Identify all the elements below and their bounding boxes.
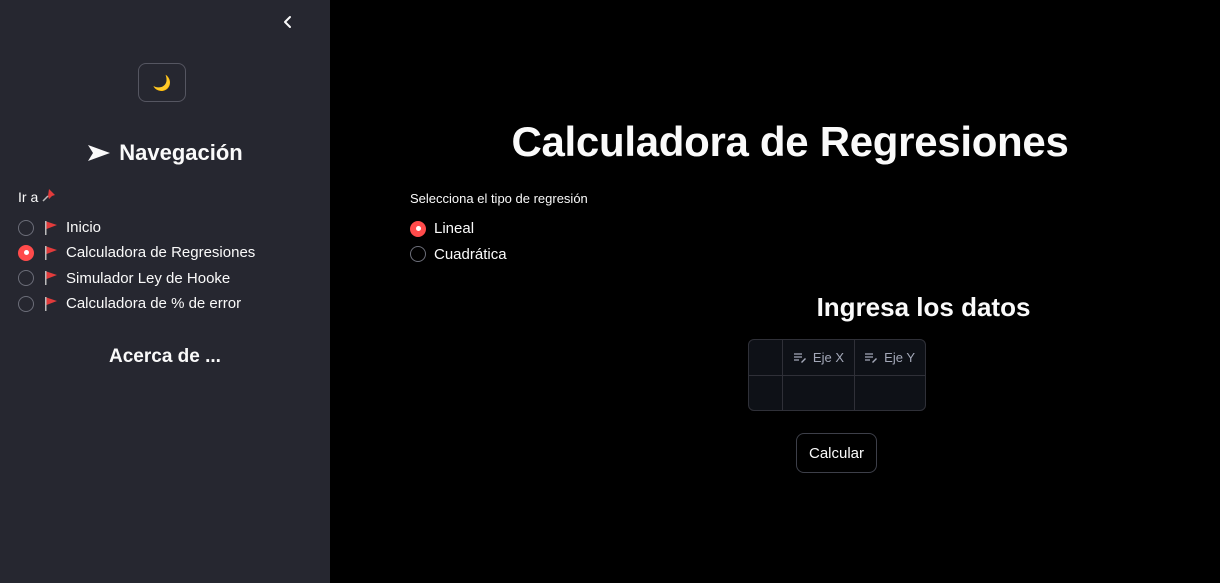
arrow-right-icon — [87, 144, 111, 162]
table-header-row: Eje X Eje Y — [749, 340, 925, 375]
edit-column-icon — [865, 352, 878, 363]
sidebar: 🌙 Navegación Ir a Inicio Calculadora de … — [0, 0, 330, 583]
data-input-heading: Ingresa los datos — [816, 292, 1031, 322]
flag-icon — [45, 245, 57, 260]
sidebar-item-inicio[interactable]: Inicio — [18, 215, 255, 240]
radio-button[interactable] — [18, 219, 34, 236]
regression-option-label: Cuadrática — [434, 245, 507, 263]
radio-button[interactable] — [410, 246, 426, 263]
sidebar-item-calculadora-regresiones[interactable]: Calculadora de Regresiones — [18, 240, 255, 265]
edit-column-icon — [793, 352, 806, 363]
goto-label: Ir a — [18, 188, 56, 206]
row-index-cell[interactable] — [749, 376, 782, 410]
sidebar-item-label: Inicio — [66, 219, 102, 237]
column-header-label: Eje Y — [884, 350, 915, 365]
sidebar-item-simulador-hooke[interactable]: Simulador Ley de Hooke — [18, 266, 255, 291]
table-row — [749, 375, 925, 410]
regression-option-label: Lineal — [434, 220, 475, 238]
regression-option-lineal[interactable]: Lineal — [410, 216, 507, 242]
sidebar-item-label: Calculadora de Regresiones — [66, 244, 256, 262]
data-editor-table[interactable]: Eje X Eje Y — [748, 339, 926, 411]
moon-icon: 🌙 — [152, 74, 172, 92]
goto-text: Ir a — [18, 189, 39, 205]
regression-type-label: Selecciona el tipo de regresión — [410, 191, 588, 206]
flag-icon — [45, 271, 57, 286]
sidebar-item-label: Simulador Ley de Hooke — [66, 269, 231, 287]
collapse-sidebar-button[interactable] — [278, 12, 298, 32]
sidebar-item-calculadora-error[interactable]: Calculadora de % de error — [18, 291, 255, 316]
pushpin-icon — [41, 188, 56, 206]
flag-icon — [45, 296, 57, 311]
calculate-button[interactable]: Calcular — [796, 433, 877, 473]
navigation-heading: Navegación — [0, 140, 330, 166]
regression-type-radio-group: Lineal Cuadrática — [410, 216, 507, 267]
index-header-cell — [749, 340, 782, 375]
column-header-label: Eje X — [812, 350, 844, 365]
radio-button[interactable] — [18, 244, 34, 261]
radio-button[interactable] — [18, 270, 34, 287]
chevron-left-icon — [284, 16, 291, 28]
column-header-eje-y[interactable]: Eje Y — [854, 340, 925, 375]
radio-button[interactable] — [18, 295, 34, 312]
flag-icon — [45, 220, 57, 235]
table-cell-eje-x[interactable] — [782, 376, 854, 410]
about-heading: Acerca de ... — [109, 346, 221, 367]
table-cell-eje-y[interactable] — [854, 376, 925, 410]
page-title: Calculadora de Regresiones — [511, 118, 1069, 165]
regression-option-cuadratica[interactable]: Cuadrática — [410, 242, 507, 268]
page-radio-group: Inicio Calculadora de Regresiones Simula… — [18, 215, 255, 316]
radio-button[interactable] — [410, 220, 426, 237]
column-header-eje-x[interactable]: Eje X — [782, 340, 854, 375]
theme-toggle-button[interactable]: 🌙 — [138, 63, 186, 102]
sidebar-item-label: Calculadora de % de error — [66, 295, 242, 313]
navigation-title: Navegación — [119, 140, 243, 165]
